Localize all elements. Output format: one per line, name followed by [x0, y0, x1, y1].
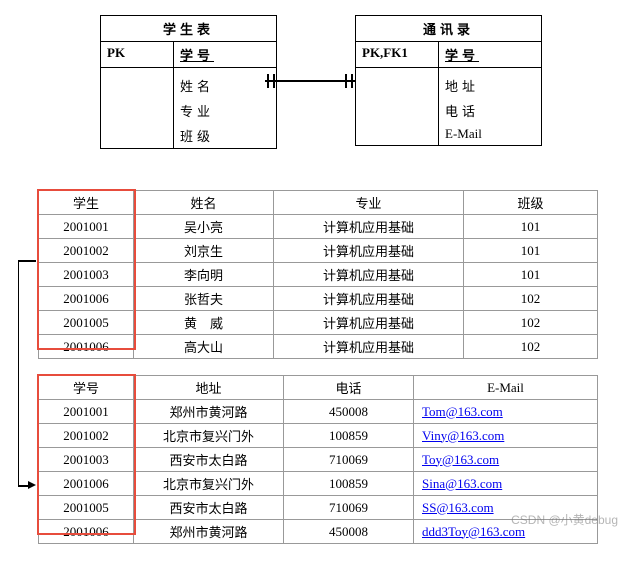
students-table: 学生 姓名 专业 班级 2001001吴小亮计算机应用基础1012001002刘… — [38, 190, 598, 359]
table-cell: Sina@163.com — [414, 472, 598, 496]
email-link[interactable]: SS@163.com — [422, 500, 494, 515]
table-row: 2001002刘京生计算机应用基础101 — [39, 239, 598, 263]
table-cell: 450008 — [284, 400, 414, 424]
table-cell: 710069 — [284, 496, 414, 520]
fk-arrow-line — [18, 260, 33, 485]
table-cell: 2001005 — [39, 496, 134, 520]
table-cell: Viny@163.com — [414, 424, 598, 448]
table-cell: 2001006 — [39, 472, 134, 496]
col-header: 学生 — [39, 191, 134, 215]
table-cell: 101 — [464, 263, 598, 287]
table-cell: 2001003 — [39, 263, 134, 287]
table-cell: 刘京生 — [134, 239, 274, 263]
table-cell: 张哲夫 — [134, 287, 274, 311]
table-row: 2001001郑州市黄河路450008 Tom@163.com — [39, 400, 598, 424]
table-cell: 101 — [464, 215, 598, 239]
erd-attr: 电话 — [439, 98, 541, 123]
table-cell: 北京市复兴门外 — [134, 424, 284, 448]
table-cell: 102 — [464, 335, 598, 359]
erd-pk-label: PK,FK1 — [356, 42, 439, 67]
relationship-connector — [265, 80, 355, 82]
col-header: 姓名 — [134, 191, 274, 215]
table-row: 2001003李向明计算机应用基础101 — [39, 263, 598, 287]
table-cell: 2001005 — [39, 311, 134, 335]
table-row: 2001005黄 威计算机应用基础102 — [39, 311, 598, 335]
table-cell: 计算机应用基础 — [274, 239, 464, 263]
email-link[interactable]: Toy@163.com — [422, 452, 499, 467]
table-cell: 计算机应用基础 — [274, 263, 464, 287]
table-row: 2001006张哲夫计算机应用基础102 — [39, 287, 598, 311]
table-row: 2001001吴小亮计算机应用基础101 — [39, 215, 598, 239]
table-cell: 西安市太白路 — [134, 496, 284, 520]
table-cell: 2001002 — [39, 424, 134, 448]
fk-arrow-src — [18, 260, 36, 262]
table-cell: 102 — [464, 311, 598, 335]
table-cell: 计算机应用基础 — [274, 311, 464, 335]
erd-title: 通讯录 — [356, 16, 541, 42]
table-cell: 102 — [464, 287, 598, 311]
erd-diagram: 学生表 PK 学号 姓名 专业 班级 通讯录 PK,FK1 学号 地址 电话 E… — [10, 10, 618, 170]
table-row: 2001006北京市复兴门外100859 Sina@163.com — [39, 472, 598, 496]
erd-attr: 专业 — [174, 98, 276, 123]
erd-attr: E-Mail — [439, 123, 541, 145]
data-tables-area: 学生 姓名 专业 班级 2001001吴小亮计算机应用基础1012001002刘… — [10, 190, 618, 544]
table-cell: 100859 — [284, 472, 414, 496]
col-header: 电话 — [284, 376, 414, 400]
erd-attr: 班级 — [174, 123, 276, 148]
table-row: 2001006高大山计算机应用基础102 — [39, 335, 598, 359]
erd-entity-student: 学生表 PK 学号 姓名 专业 班级 — [100, 15, 277, 149]
table-row: 2001003西安市太白路710069 Toy@163.com — [39, 448, 598, 472]
col-header: 学号 — [39, 376, 134, 400]
email-link[interactable]: Sina@163.com — [422, 476, 502, 491]
table-cell: Tom@163.com — [414, 400, 598, 424]
table-cell: 101 — [464, 239, 598, 263]
erd-title: 学生表 — [101, 16, 276, 42]
email-link[interactable]: Tom@163.com — [422, 404, 503, 419]
table-cell: 2001006 — [39, 287, 134, 311]
fk-arrow-head — [28, 481, 36, 489]
col-header: 地址 — [134, 376, 284, 400]
table-cell: 2001001 — [39, 400, 134, 424]
email-link[interactable]: ddd3Toy@163.com — [422, 524, 525, 539]
watermark: CSDN @小黄debug — [511, 511, 618, 528]
table-cell: 黄 威 — [134, 311, 274, 335]
table-cell: 2001002 — [39, 239, 134, 263]
table-cell: 2001001 — [39, 215, 134, 239]
table-row: 2001002北京市复兴门外100859 Viny@163.com — [39, 424, 598, 448]
table-cell: 2001003 — [39, 448, 134, 472]
col-header: 专业 — [274, 191, 464, 215]
erd-attr: 姓名 — [174, 68, 276, 98]
table-cell: 西安市太白路 — [134, 448, 284, 472]
col-header: 班级 — [464, 191, 598, 215]
erd-attr: 地址 — [439, 68, 541, 98]
table-cell: 吴小亮 — [134, 215, 274, 239]
erd-entity-contacts: 通讯录 PK,FK1 学号 地址 电话 E-Mail — [355, 15, 542, 146]
table-cell: 北京市复兴门外 — [134, 472, 284, 496]
table-cell: 计算机应用基础 — [274, 287, 464, 311]
table-cell: Toy@163.com — [414, 448, 598, 472]
table-cell: 高大山 — [134, 335, 274, 359]
table-cell: 2001006 — [39, 335, 134, 359]
erd-pk-label: PK — [101, 42, 174, 67]
erd-pk-field: 学号 — [439, 42, 541, 67]
table-cell: 李向明 — [134, 263, 274, 287]
table-cell: 710069 — [284, 448, 414, 472]
col-header: E-Mail — [414, 376, 598, 400]
table-cell: 计算机应用基础 — [274, 335, 464, 359]
table-cell: 郑州市黄河路 — [134, 400, 284, 424]
email-link[interactable]: Viny@163.com — [422, 428, 504, 443]
erd-pk-field: 学号 — [174, 42, 276, 67]
table-cell: 计算机应用基础 — [274, 215, 464, 239]
table-cell: 100859 — [284, 424, 414, 448]
